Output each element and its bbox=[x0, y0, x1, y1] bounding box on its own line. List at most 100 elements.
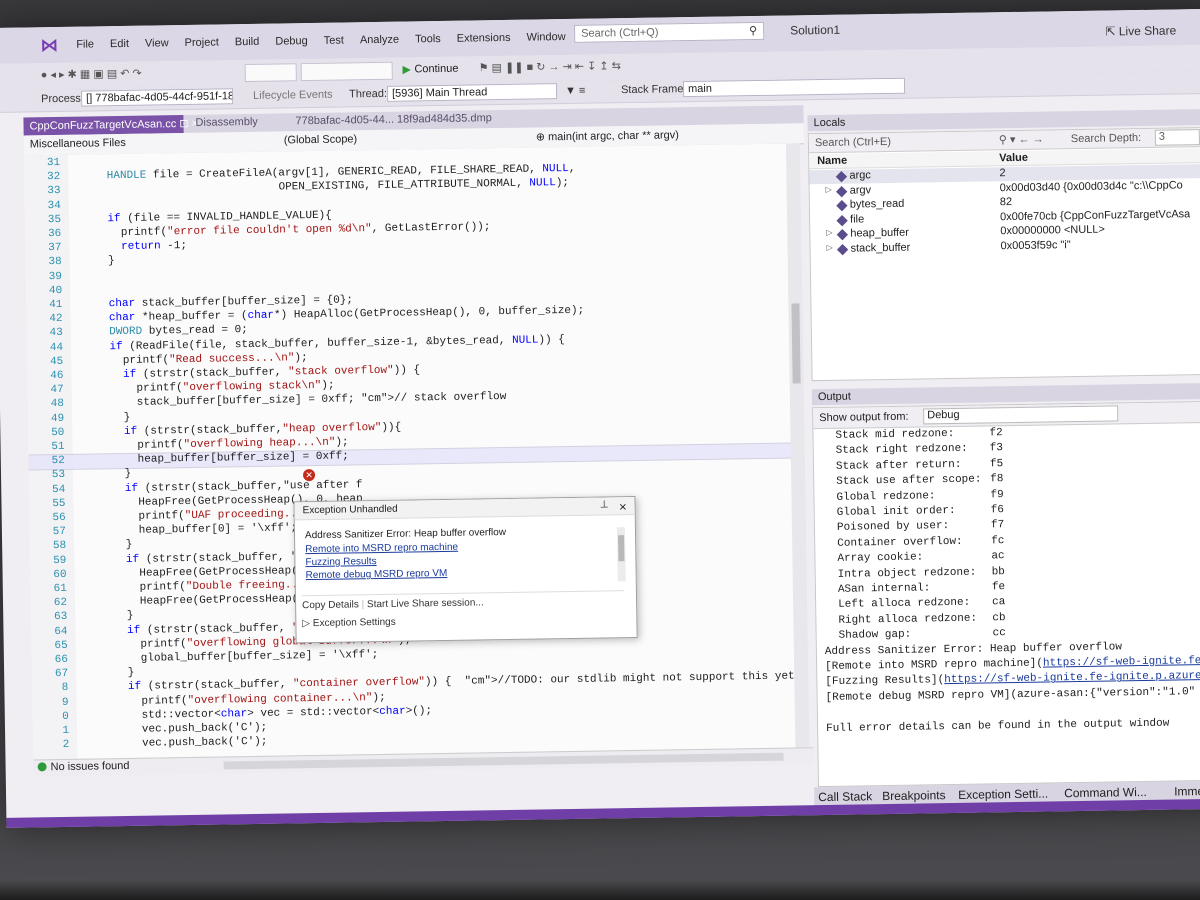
menu-extensions[interactable]: Extensions bbox=[449, 32, 519, 45]
live-share-button[interactable]: ⇱ Live Share bbox=[1105, 23, 1176, 38]
solution-title: Solution1 bbox=[790, 22, 841, 38]
code-text: if (file == INVALID_HANDLE_VALUE){ bbox=[107, 209, 332, 226]
link-remote-repro-machine[interactable]: Remote into MSRD repro machine bbox=[305, 542, 458, 555]
code-text: printf("Read success...\n"); bbox=[83, 351, 308, 368]
function-icon: ⊕ bbox=[535, 131, 549, 144]
scrollbar-thumb[interactable] bbox=[791, 303, 801, 384]
variable-name: heap_buffer bbox=[850, 226, 909, 240]
menu-analyze[interactable]: Analyze bbox=[352, 34, 407, 47]
line-number: 40 bbox=[48, 284, 63, 297]
output-link-remote[interactable]: https://sf-web-ignite.fe bbox=[1043, 655, 1200, 669]
start-live-share-button[interactable]: Start Live Share session... bbox=[367, 597, 484, 610]
stack-frame-dropdown[interactable]: main bbox=[682, 77, 906, 98]
code-text: } bbox=[88, 667, 135, 680]
exception-title: Exception Unhandled bbox=[294, 496, 635, 521]
line-number: 32 bbox=[47, 171, 61, 184]
link-fuzzing-results[interactable]: Fuzzing Results bbox=[305, 556, 376, 568]
output-redzone-line: Stack mid redzone: f2 bbox=[835, 427, 1003, 442]
output-redzone-line: Intra object redzone: bb bbox=[837, 565, 1005, 581]
lifecycle-events[interactable]: Lifecycle Events bbox=[253, 89, 333, 102]
bottom-tab-exception-setti[interactable]: Exception Setti... bbox=[958, 787, 1048, 802]
issues-indicator[interactable]: No issues found bbox=[37, 760, 130, 773]
code-text: } bbox=[86, 539, 133, 553]
filter-icon[interactable]: ▼ ≡ bbox=[565, 85, 586, 97]
output-source-dropdown[interactable]: Debug bbox=[923, 405, 1119, 425]
code-text: } bbox=[81, 255, 115, 269]
output-redzone-line: Right alloca redzone: cb bbox=[838, 611, 1006, 627]
menu-edit[interactable]: Edit bbox=[102, 38, 137, 51]
search-depth-dropdown[interactable]: 3 bbox=[1154, 129, 1200, 146]
line-number: 1 bbox=[62, 724, 70, 738]
line-number: 35 bbox=[47, 213, 62, 226]
menu-view[interactable]: View bbox=[137, 37, 177, 50]
line-number: 58 bbox=[52, 540, 67, 553]
visual-studio-logo-icon: ⋈ bbox=[40, 34, 59, 57]
scope-dropdown[interactable]: (Global Scope) bbox=[279, 129, 520, 150]
exception-popup: Exception Unhandled ⊥ × Address Sanitize… bbox=[293, 495, 638, 644]
process-label: Process: bbox=[41, 92, 85, 106]
menu-window[interactable]: Window bbox=[518, 31, 573, 44]
line-number: 47 bbox=[50, 384, 64, 397]
function-dropdown[interactable]: ⊕ main(int argc, char ** argv) bbox=[531, 125, 782, 146]
exception-settings-toggle[interactable]: ▷ Exception Settings bbox=[302, 617, 395, 629]
output-redzone-line: Global init order: f6 bbox=[836, 504, 1004, 519]
line-number: 41 bbox=[49, 298, 63, 312]
menu-tools[interactable]: Tools bbox=[407, 33, 449, 46]
link-remote-debug-vm[interactable]: Remote debug MSRD repro VM bbox=[306, 568, 448, 581]
popup-divider bbox=[301, 590, 624, 597]
variable-value: 2 bbox=[999, 167, 1006, 180]
code-text: heap_buffer[0] = '\xff'; bbox=[85, 522, 298, 538]
output-line: [Remote into MSRD repro machine](https:/… bbox=[825, 655, 1200, 674]
variable-value: 0x0053f59c "i" bbox=[1000, 238, 1071, 252]
debug-toolbar-icons[interactable]: ⚑ ▤ ❚❚ ■ ↻ → ⇥ ⇤ ↧ ↥ ⇆ bbox=[479, 59, 621, 74]
menu-build[interactable]: Build bbox=[227, 36, 268, 49]
code-text: } bbox=[84, 468, 132, 482]
expand-arrow-icon[interactable]: ▷ bbox=[826, 242, 832, 251]
process-dropdown[interactable]: [] 778bafac-4d05-44cf-951f-18f9ac bbox=[80, 88, 234, 107]
variable-value: 0x00fe70cb {CppConFuzzTargetVcAsa bbox=[999, 207, 1191, 223]
search-icon: ⚲ ▾ ← → bbox=[998, 133, 1044, 147]
line-number: 38 bbox=[48, 256, 62, 269]
config-dropdown[interactable] bbox=[244, 63, 297, 83]
menu-bar: File Edit View Project Build Debug Test Analyze… bbox=[68, 30, 612, 51]
play-icon: ▶ bbox=[402, 64, 411, 76]
search-depth-label: Search Depth: bbox=[1070, 131, 1142, 146]
bottom-tab-imme[interactable]: Imme bbox=[1174, 784, 1200, 798]
continue-button[interactable]: ▶ Continue bbox=[403, 63, 459, 76]
project-dropdown[interactable]: Miscellaneous Files bbox=[25, 133, 266, 154]
menu-file[interactable]: File bbox=[68, 38, 102, 51]
bottom-tab-command-wi[interactable]: Command Wi... bbox=[1064, 785, 1147, 800]
output-redzone-line: Global redzone: f9 bbox=[836, 488, 1004, 504]
search-box[interactable]: Search (Ctrl+Q) ⚲ bbox=[574, 21, 765, 43]
bottom-tab-call-stack[interactable]: Call Stack bbox=[818, 789, 872, 804]
platform-dropdown[interactable] bbox=[300, 61, 393, 82]
line-number: 56 bbox=[52, 511, 66, 525]
output-source-bar: Show output from: Debug bbox=[813, 401, 1200, 430]
line-number: 45 bbox=[49, 355, 64, 368]
output-full-details: Full error details can be found in the o… bbox=[826, 717, 1170, 735]
toolbar-icons-left[interactable]: ● ◂ ▸ ✱ ▦ ▣ ▤ ↶ ↷ bbox=[41, 67, 142, 82]
editor-horizontal-scrollbar[interactable] bbox=[223, 752, 784, 770]
output-link-fuzzing[interactable]: https://sf-web-ignite.fe-ignite.p.azure bbox=[944, 671, 1200, 687]
line-number: 42 bbox=[49, 313, 63, 326]
expand-arrow-icon[interactable]: ▷ bbox=[826, 184, 832, 193]
expand-arrow-icon[interactable]: ▷ bbox=[826, 228, 832, 237]
line-number: 0 bbox=[62, 710, 69, 723]
thread-dropdown[interactable]: [5936] Main Thread bbox=[386, 83, 558, 102]
close-icon[interactable]: × bbox=[619, 499, 627, 514]
thread-label: Thread: bbox=[348, 87, 388, 101]
search-placeholder: Search (Ctrl+Q) bbox=[581, 26, 659, 40]
exception-error-icon[interactable]: ✕ bbox=[302, 469, 316, 482]
bottom-tab-breakpoints[interactable]: Breakpoints bbox=[882, 788, 946, 803]
menu-project[interactable]: Project bbox=[177, 36, 227, 49]
tab-disassembly[interactable]: Disassembly bbox=[189, 114, 264, 133]
pin-icon[interactable]: ⊥ bbox=[600, 499, 609, 510]
code-editor[interactable]: 31 32 HANDLE file = CreateFileA(argv[1], … bbox=[24, 143, 804, 760]
menu-test[interactable]: Test bbox=[316, 34, 352, 47]
copy-details-button[interactable]: Copy Details bbox=[302, 599, 359, 611]
popup-scrollbar[interactable] bbox=[616, 527, 626, 582]
output-link-debug-vm[interactable]: [Remote debug MSRD repro VM](azure-asan:… bbox=[826, 686, 1196, 704]
variable-icon bbox=[835, 171, 848, 183]
line-number: 59 bbox=[53, 554, 67, 567]
menu-debug[interactable]: Debug bbox=[267, 35, 316, 48]
